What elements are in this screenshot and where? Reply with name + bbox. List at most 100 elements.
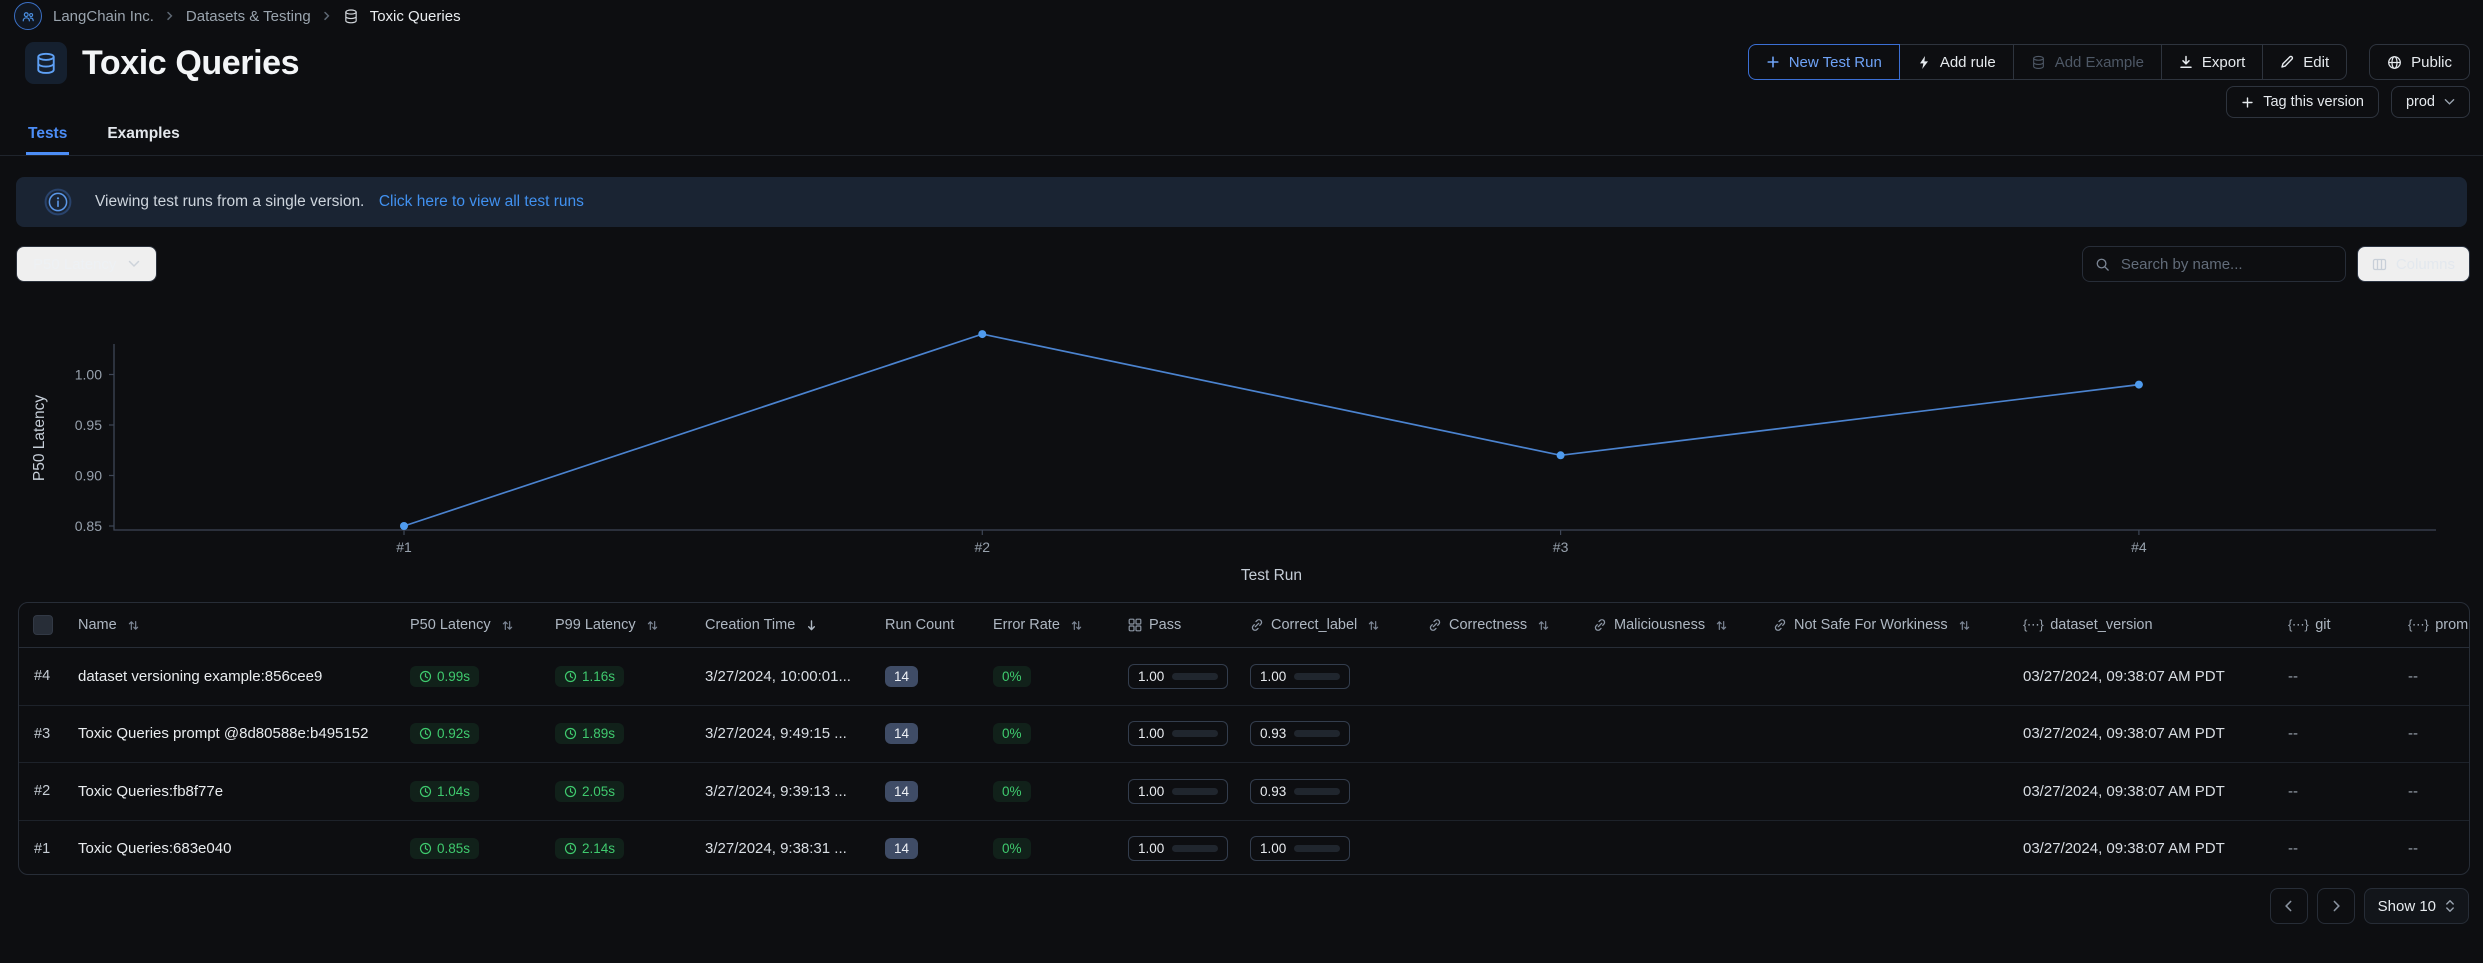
git-metadata: --: [2288, 783, 2408, 800]
chevron-right-icon: [165, 10, 175, 22]
chart-point[interactable]: [978, 330, 986, 338]
correct-label-score: 0.93: [1250, 721, 1350, 746]
clock-icon: [564, 785, 577, 798]
error-rate-cell: 0%: [993, 781, 1128, 802]
public-button[interactable]: Public: [2369, 44, 2470, 80]
column-label: P50 Latency: [410, 617, 491, 633]
p50-latency-cell: 1.04s: [410, 781, 555, 802]
select-all-checkbox[interactable]: [33, 615, 53, 635]
column-header-maliciousness[interactable]: Maliciousness: [1593, 617, 1773, 633]
row-number: #2: [19, 783, 78, 799]
error-rate-badge: 0%: [993, 838, 1031, 859]
creation-time: 3/27/2024, 9:38:31 ...: [705, 840, 885, 857]
actions-toolbar: New Test Run Add rule Add Example Export…: [1748, 44, 2470, 80]
tab-bar: Tests Examples: [26, 119, 182, 155]
correct-label-cell: 0.93: [1250, 779, 1428, 804]
org-avatar[interactable]: [14, 2, 42, 30]
column-header-name[interactable]: Name: [78, 617, 410, 633]
sort-icon[interactable]: [1070, 619, 1083, 632]
version-tag-dropdown[interactable]: prod: [2391, 86, 2470, 118]
column-label: dataset_version: [2050, 617, 2152, 633]
pencil-icon: [2280, 55, 2294, 69]
sort-icon[interactable]: [127, 619, 140, 632]
run-count-cell: 14: [885, 723, 993, 744]
score-bar: [1172, 788, 1218, 795]
metric-selector-dropdown[interactable]: P50 Latency: [16, 246, 157, 282]
divider: [0, 155, 2483, 156]
column-header-prompt: {⋯}prompt: [2408, 617, 2470, 633]
score-bar: [1294, 730, 1340, 737]
run-name[interactable]: dataset versioning example:856cee9: [78, 668, 410, 685]
y-tick-label: 0.85: [75, 518, 102, 534]
chevron-right-icon: [2329, 899, 2343, 913]
version-info-banner: Viewing test runs from a single version.…: [16, 177, 2467, 227]
plus-icon: [1766, 55, 1780, 69]
sort-desc-icon[interactable]: [805, 619, 818, 632]
dataset-version: 03/27/2024, 09:38:07 AM PDT: [2023, 783, 2288, 800]
tab-tests[interactable]: Tests: [26, 119, 69, 155]
add-example-button[interactable]: Add Example: [2013, 44, 2162, 80]
run-name[interactable]: Toxic Queries:fb8f77e: [78, 783, 410, 800]
table-row[interactable]: #2Toxic Queries:fb8f77e1.04s2.05s3/27/20…: [19, 762, 2469, 820]
banner-view-all-link[interactable]: Click here to view all test runs: [379, 193, 584, 210]
git-metadata: --: [2288, 840, 2408, 857]
tag-version-button[interactable]: Tag this version: [2226, 86, 2379, 118]
score-bar: [1172, 845, 1218, 852]
p50-latency-cell: 0.99s: [410, 666, 555, 687]
add-rule-button[interactable]: Add rule: [1899, 44, 2014, 80]
sort-icon[interactable]: [1367, 619, 1380, 632]
columns-button[interactable]: Columns: [2357, 246, 2470, 282]
page-size-selector[interactable]: Show 10: [2364, 888, 2469, 924]
braces-icon: {⋯}: [2288, 617, 2308, 633]
breadcrumb-section[interactable]: Datasets & Testing: [186, 8, 311, 25]
pass-score: 1.00: [1128, 779, 1228, 804]
chart-point[interactable]: [2135, 381, 2143, 389]
breadcrumb-current: Toxic Queries: [370, 8, 461, 25]
sort-icon[interactable]: [1537, 619, 1550, 632]
edit-button[interactable]: Edit: [2262, 44, 2347, 80]
search-input[interactable]: [2119, 255, 2335, 274]
up-down-icon: [2445, 899, 2455, 913]
chart-point[interactable]: [1557, 451, 1565, 459]
error-rate-badge: 0%: [993, 666, 1031, 687]
sort-icon[interactable]: [501, 619, 514, 632]
sort-icon[interactable]: [1715, 619, 1728, 632]
table-row[interactable]: #3Toxic Queries prompt @8d80588e:b495152…: [19, 705, 2469, 763]
score-bar: [1172, 673, 1218, 680]
run-name[interactable]: Toxic Queries:683e040: [78, 840, 410, 857]
column-header-not-safe-for-workiness[interactable]: Not Safe For Workiness: [1773, 617, 2023, 633]
column-header-correct-label[interactable]: Correct_label: [1250, 617, 1428, 633]
columns-icon: [2372, 257, 2387, 272]
column-header-p50-latency[interactable]: P50 Latency: [410, 617, 555, 633]
x-tick-label: #4: [2131, 539, 2147, 555]
creation-time: 3/27/2024, 10:00:01...: [705, 668, 885, 685]
column-header-dataset-version: {⋯}dataset_version: [2023, 617, 2288, 633]
prompt-metadata: --: [2408, 783, 2470, 800]
dataset-version: 03/27/2024, 09:38:07 AM PDT: [2023, 668, 2288, 685]
run-name[interactable]: Toxic Queries prompt @8d80588e:b495152: [78, 725, 410, 742]
table-header-row: NameP50 LatencyP99 LatencyCreation TimeR…: [19, 603, 2469, 648]
score-bar: [1294, 845, 1340, 852]
chart-point[interactable]: [400, 522, 408, 530]
column-label: prompt: [2435, 617, 2470, 633]
table-row[interactable]: #4dataset versioning example:856cee90.99…: [19, 648, 2469, 705]
column-header-p99-latency[interactable]: P99 Latency: [555, 617, 705, 633]
latency-badge: 1.04s: [410, 781, 479, 802]
previous-page-button[interactable]: [2270, 888, 2308, 924]
pass-cell: 1.00: [1128, 779, 1250, 804]
sort-icon[interactable]: [1958, 619, 1971, 632]
next-page-button[interactable]: [2317, 888, 2355, 924]
table-row[interactable]: #1Toxic Queries:683e0400.85s2.14s3/27/20…: [19, 820, 2469, 876]
new-test-run-button[interactable]: New Test Run: [1748, 44, 1900, 80]
sort-icon[interactable]: [646, 619, 659, 632]
breadcrumb-org[interactable]: LangChain Inc.: [53, 8, 154, 25]
pass-cell: 1.00: [1128, 836, 1250, 861]
column-header-error-rate[interactable]: Error Rate: [993, 617, 1128, 633]
column-header-correctness[interactable]: Correctness: [1428, 617, 1593, 633]
export-button[interactable]: Export: [2161, 44, 2263, 80]
page-title: Toxic Queries: [82, 44, 299, 83]
tab-examples[interactable]: Examples: [105, 119, 181, 155]
pagination: Show 10: [2270, 888, 2469, 924]
column-header-creation-time[interactable]: Creation Time: [705, 617, 885, 633]
chevron-down-icon: [2444, 98, 2455, 106]
